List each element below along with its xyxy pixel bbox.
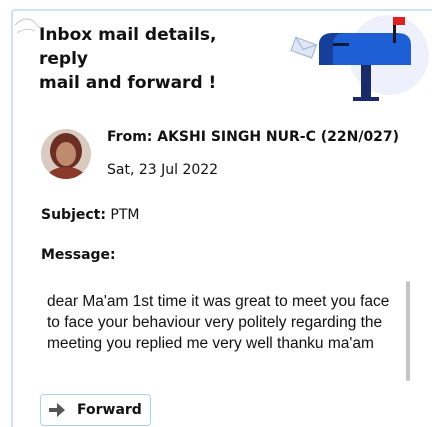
forward-label: Forward xyxy=(77,402,142,418)
scrollbar-thumb[interactable] xyxy=(406,281,410,381)
page-title: Inbox mail details, reply mail and forwa… xyxy=(39,25,217,93)
sender-from: From: AKSHI SINGH NUR-C (22N/027) xyxy=(107,129,400,145)
mail-details-card: Inbox mail details, reply mail and forwa… xyxy=(11,9,432,427)
message-body: dear Ma'am 1st time it was great to meet… xyxy=(47,293,390,352)
subject-row: Subject: PTM xyxy=(41,207,140,223)
arrow-right-icon xyxy=(49,403,65,417)
forward-button[interactable]: Forward xyxy=(40,394,151,426)
subject-value: PTM xyxy=(110,207,140,223)
subject-label: Subject: xyxy=(41,207,106,223)
message-label: Message: xyxy=(41,247,116,263)
message-scrollbar[interactable] xyxy=(406,281,410,389)
mail-date: Sat, 23 Jul 2022 xyxy=(107,162,219,178)
sender-avatar xyxy=(41,129,91,179)
mailbox-icon xyxy=(290,15,429,101)
